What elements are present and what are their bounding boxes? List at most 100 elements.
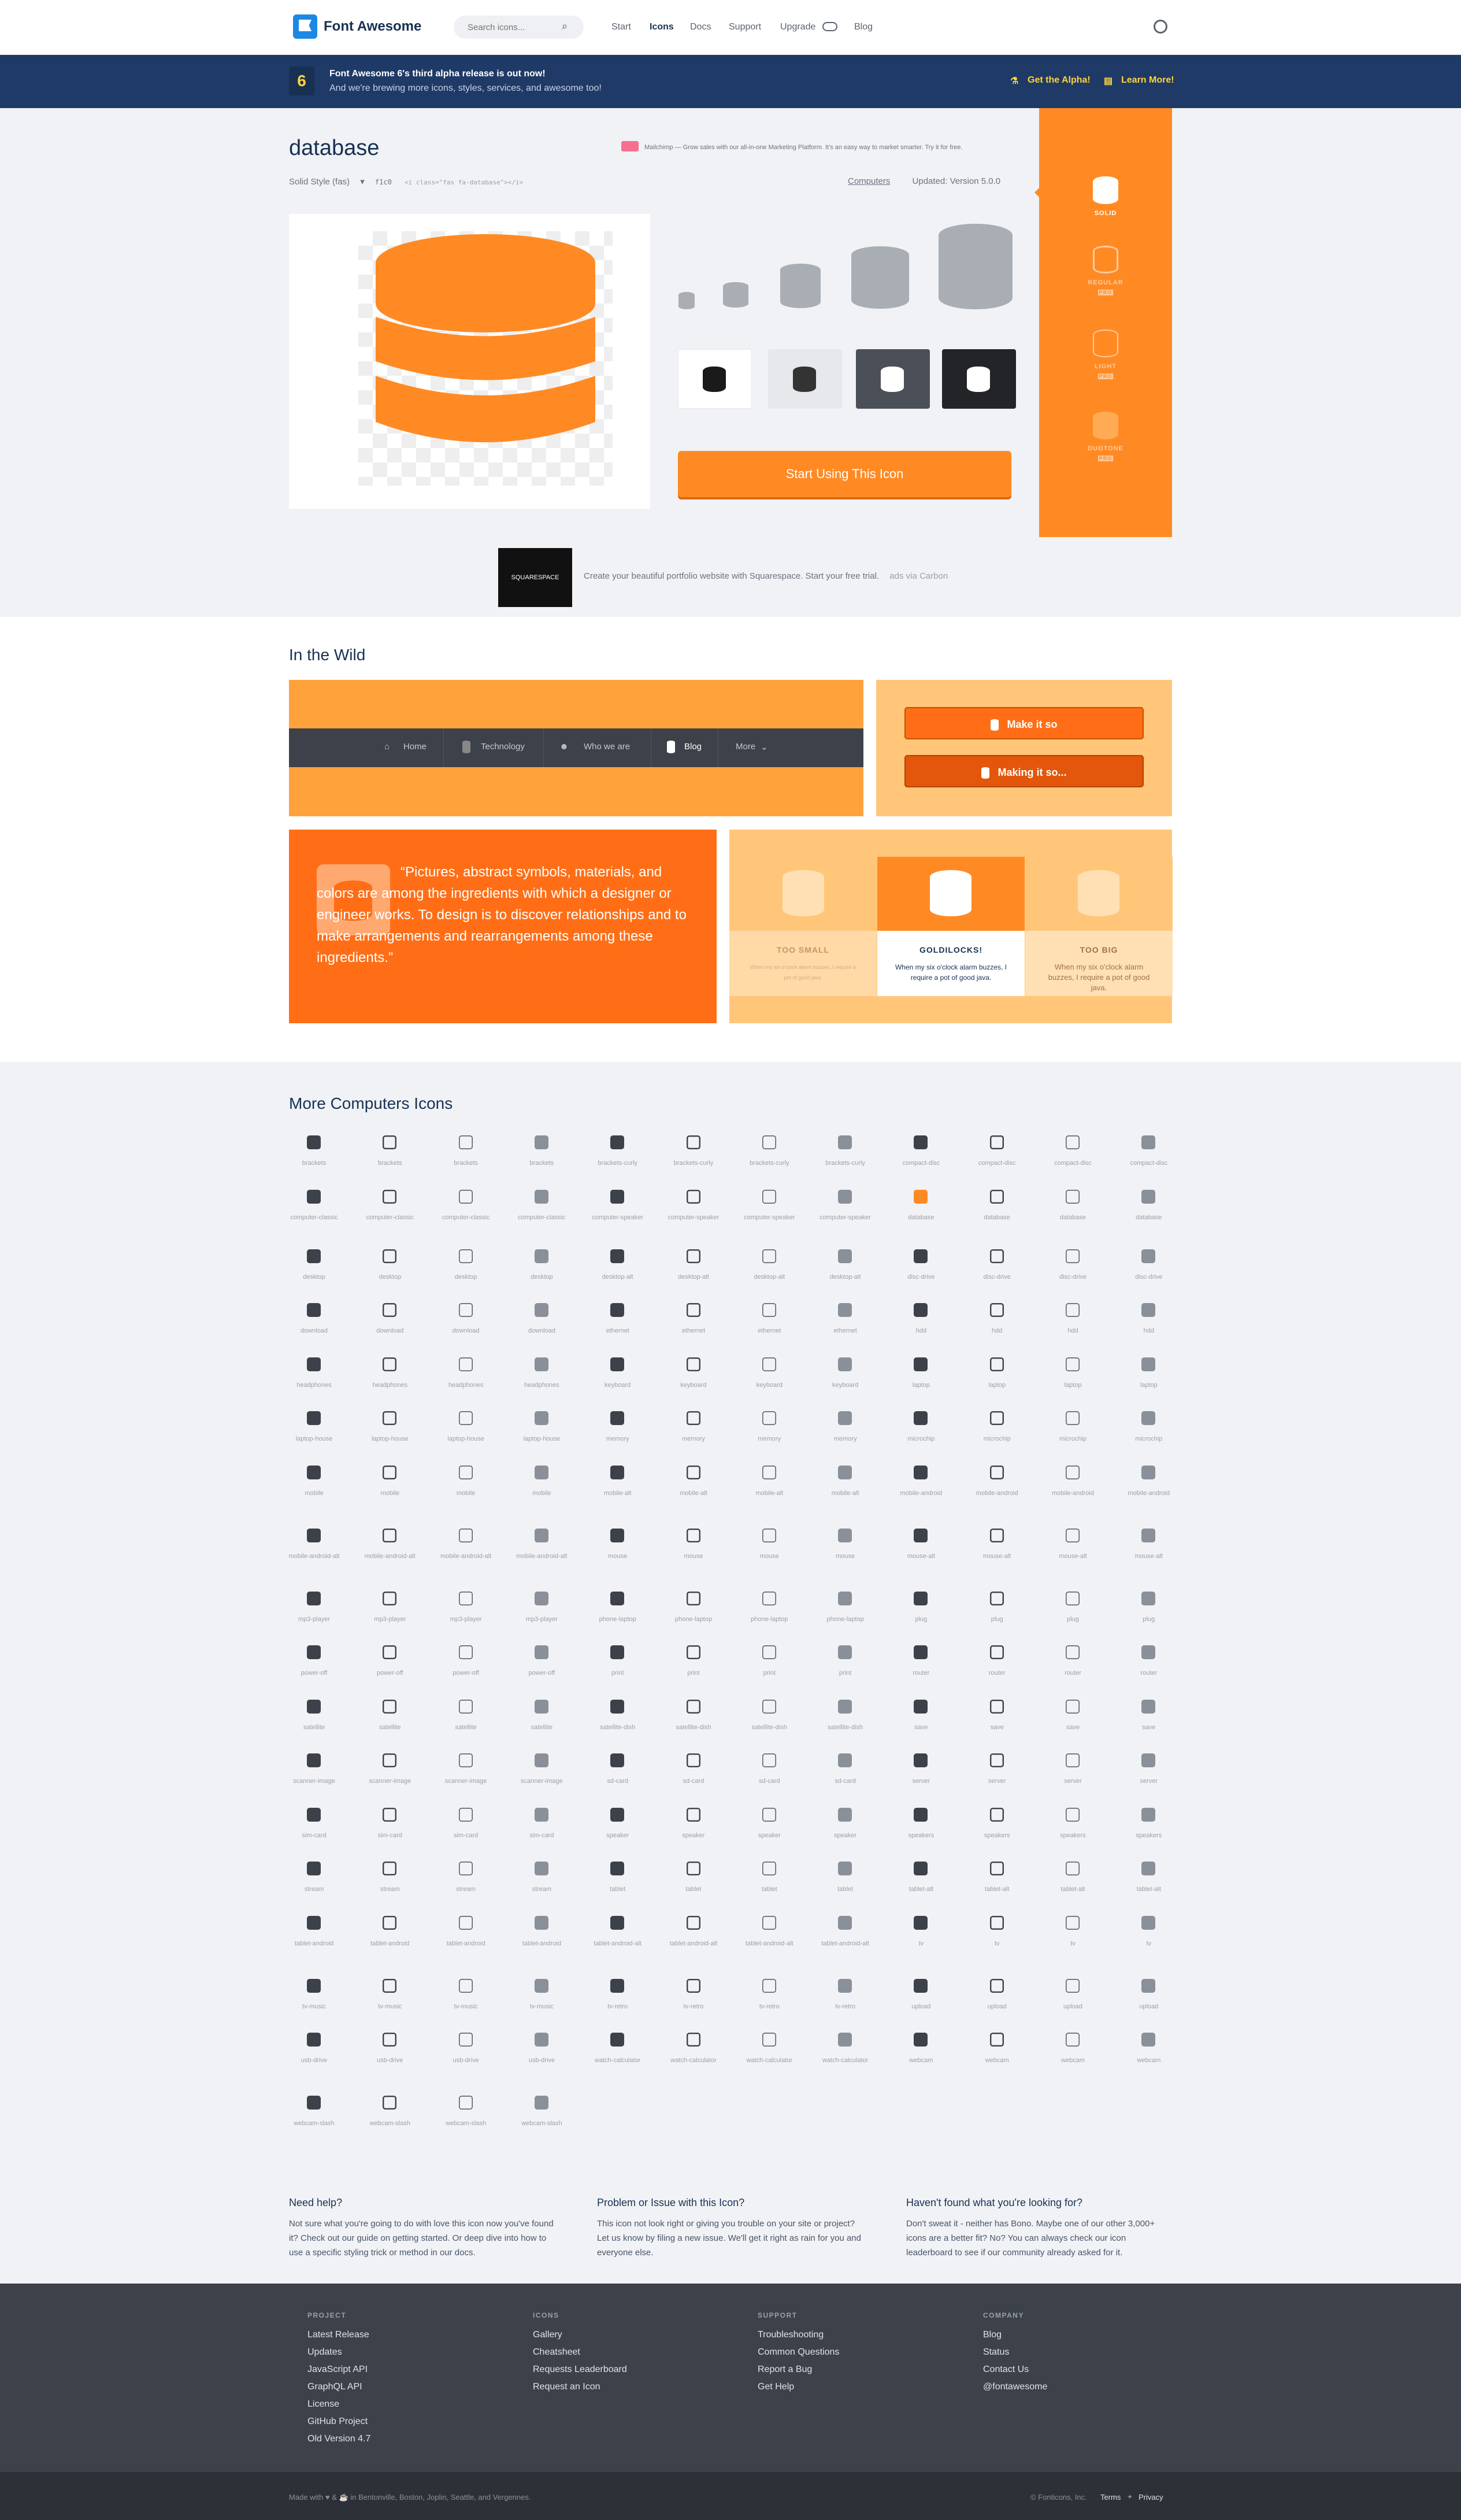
icon-tile-ethernet[interactable]: ethernet	[732, 1301, 807, 1359]
icon-tile-usb-drive[interactable]: usb-drive	[504, 2031, 580, 2089]
icon-tile-brackets-curly[interactable]: brackets-curly	[807, 1134, 883, 1191]
style-label[interactable]: Solid Style (fas)	[289, 177, 350, 187]
nav-start[interactable]: Start	[611, 22, 631, 32]
learn-more-link[interactable]: Learn More!	[1121, 75, 1174, 86]
icon-tile-mobile[interactable]: mobile	[276, 1464, 352, 1522]
icon-tile-tv[interactable]: tv	[1111, 1914, 1186, 1972]
icon-tile-stream[interactable]: stream	[504, 1860, 580, 1918]
icon-tile-speakers[interactable]: speakers	[959, 1806, 1035, 1864]
icon-tile-tablet-android[interactable]: tablet-android	[504, 1914, 580, 1972]
icon-tile-sim-card[interactable]: sim-card	[276, 1806, 352, 1864]
style-regular[interactable]: REGULAR PRO	[1039, 246, 1172, 295]
icon-tile-mobile[interactable]: mobile	[428, 1464, 504, 1522]
icon-tile-mobile[interactable]: mobile	[504, 1464, 580, 1522]
icon-tile-brackets-curly[interactable]: brackets-curly	[732, 1134, 807, 1191]
icon-tile-upload[interactable]: upload	[959, 1977, 1035, 2035]
footer-link[interactable]: Updates	[307, 2347, 342, 2358]
icon-tile-save[interactable]: save	[1035, 1698, 1111, 1756]
icon-tile-plug[interactable]: plug	[1035, 1590, 1111, 1648]
icon-tile-computer-speaker[interactable]: computer-speaker	[656, 1188, 732, 1246]
icon-tile-mobile-android[interactable]: mobile-android	[1035, 1464, 1111, 1522]
icon-tile-server[interactable]: server	[1035, 1752, 1111, 1809]
icon-tile-speakers[interactable]: speakers	[1111, 1806, 1186, 1864]
footer-link[interactable]: Cheatsheet	[533, 2347, 580, 2358]
icon-tile-tv-retro[interactable]: tv-retro	[580, 1977, 655, 2035]
icon-tile-computer-speaker[interactable]: computer-speaker	[807, 1188, 883, 1246]
icon-tile-mp3-player[interactable]: mp3-player	[428, 1590, 504, 1648]
icon-tile-microchip[interactable]: microchip	[1111, 1409, 1186, 1467]
icon-tile-headphones[interactable]: headphones	[276, 1356, 352, 1413]
icon-tile-satellite[interactable]: satellite	[504, 1698, 580, 1756]
icon-tile-hdd[interactable]: hdd	[1035, 1301, 1111, 1359]
icon-tile-sim-card[interactable]: sim-card	[428, 1806, 504, 1864]
icon-tile-webcam-slash[interactable]: webcam-slash	[428, 2094, 504, 2152]
icon-tile-sim-card[interactable]: sim-card	[352, 1806, 428, 1864]
icon-tile-compact-disc[interactable]: compact-disc	[959, 1134, 1035, 1191]
wild-nav-more[interactable]: More	[736, 742, 755, 752]
footer-link[interactable]: Troubleshooting	[758, 2330, 824, 2340]
icon-tile-ethernet[interactable]: ethernet	[807, 1301, 883, 1359]
icon-tile-tv[interactable]: tv	[1035, 1914, 1111, 1972]
icon-tile-desktop-alt[interactable]: desktop-alt	[807, 1248, 883, 1305]
icon-tile-desktop-alt[interactable]: desktop-alt	[580, 1248, 655, 1305]
icon-tile-satellite-dish[interactable]: satellite-dish	[732, 1698, 807, 1756]
footer-link[interactable]: @fontawesome	[983, 2382, 1047, 2392]
icon-tile-mobile-android[interactable]: mobile-android	[883, 1464, 959, 1522]
footer-link[interactable]: Common Questions	[758, 2347, 839, 2358]
style-light[interactable]: LIGHT PRO	[1039, 330, 1172, 379]
icon-tile-desktop[interactable]: desktop	[276, 1248, 352, 1305]
icon-tile-speakers[interactable]: speakers	[1035, 1806, 1111, 1864]
icon-tile-tablet[interactable]: tablet	[580, 1860, 655, 1918]
icon-tile-desktop[interactable]: desktop	[428, 1248, 504, 1305]
icon-tile-webcam-slash[interactable]: webcam-slash	[276, 2094, 352, 2152]
icon-tile-memory[interactable]: memory	[656, 1409, 732, 1467]
icon-tile-keyboard[interactable]: keyboard	[656, 1356, 732, 1413]
start-using-button[interactable]: Start Using This Icon	[678, 451, 1011, 497]
icon-tile-webcam[interactable]: webcam	[1111, 2031, 1186, 2089]
icon-tile-speaker[interactable]: speaker	[807, 1806, 883, 1864]
icon-tile-watch-calculator[interactable]: watch-calculator	[732, 2031, 807, 2089]
icon-tile-download[interactable]: download	[276, 1301, 352, 1359]
nav-blog[interactable]: Blog	[854, 22, 873, 32]
unicode-value[interactable]: f1c0	[375, 178, 392, 186]
user-circle-icon[interactable]	[1154, 20, 1167, 34]
icon-tile-phone-laptop[interactable]: phone-laptop	[656, 1590, 732, 1648]
icon-tile-disc-drive[interactable]: disc-drive	[1035, 1248, 1111, 1305]
footer-link[interactable]: Requests Leaderboard	[533, 2364, 627, 2375]
icon-tile-tv-retro[interactable]: tv-retro	[807, 1977, 883, 2035]
icon-tile-usb-drive[interactable]: usb-drive	[428, 2031, 504, 2089]
icon-tile-router[interactable]: router	[883, 1644, 959, 1701]
footer-link[interactable]: License	[307, 2399, 339, 2410]
icon-tile-hdd[interactable]: hdd	[959, 1301, 1035, 1359]
icon-tile-mobile-alt[interactable]: mobile-alt	[580, 1464, 655, 1522]
icon-tile-mobile-alt[interactable]: mobile-alt	[732, 1464, 807, 1522]
wild-nav-blog[interactable]: Blog	[684, 742, 702, 752]
icon-tile-sd-card[interactable]: sd-card	[580, 1752, 655, 1809]
icon-tile-disc-drive[interactable]: disc-drive	[959, 1248, 1035, 1305]
icon-tile-tablet-alt[interactable]: tablet-alt	[1111, 1860, 1186, 1918]
icon-tile-tv[interactable]: tv	[959, 1914, 1035, 1972]
icon-tile-tablet-android-alt[interactable]: tablet-android-alt	[580, 1914, 655, 1972]
icon-tile-webcam[interactable]: webcam	[959, 2031, 1035, 2089]
icon-tile-desktop[interactable]: desktop	[504, 1248, 580, 1305]
footer-link[interactable]: Get Help	[758, 2382, 794, 2392]
footer-link[interactable]: Old Version 4.7	[307, 2434, 370, 2444]
style-duotone[interactable]: DUOTONE PRO	[1039, 412, 1172, 461]
icon-tile-satellite-dish[interactable]: satellite-dish	[656, 1698, 732, 1756]
icon-tile-tablet-android[interactable]: tablet-android	[352, 1914, 428, 1972]
icon-tile-database[interactable]: database	[1035, 1188, 1111, 1246]
icon-tile-tablet[interactable]: tablet	[807, 1860, 883, 1918]
icon-tile-power-off[interactable]: power-off	[276, 1644, 352, 1701]
icon-tile-mouse-alt[interactable]: mouse-alt	[883, 1527, 959, 1585]
icon-tile-router[interactable]: router	[959, 1644, 1035, 1701]
search-icon[interactable]: ⌕	[562, 20, 574, 33]
icon-tile-satellite-dish[interactable]: satellite-dish	[580, 1698, 655, 1756]
footer-link[interactable]: Report a Bug	[758, 2364, 812, 2375]
icon-tile-laptop-house[interactable]: laptop-house	[504, 1409, 580, 1467]
icon-tile-server[interactable]: server	[959, 1752, 1035, 1809]
icon-tile-scanner-image[interactable]: scanner-image	[352, 1752, 428, 1809]
icon-tile-tablet-android-alt[interactable]: tablet-android-alt	[656, 1914, 732, 1972]
icon-tile-keyboard[interactable]: keyboard	[807, 1356, 883, 1413]
icon-tile-brackets-curly[interactable]: brackets-curly	[580, 1134, 655, 1191]
icon-tile-ethernet[interactable]: ethernet	[656, 1301, 732, 1359]
